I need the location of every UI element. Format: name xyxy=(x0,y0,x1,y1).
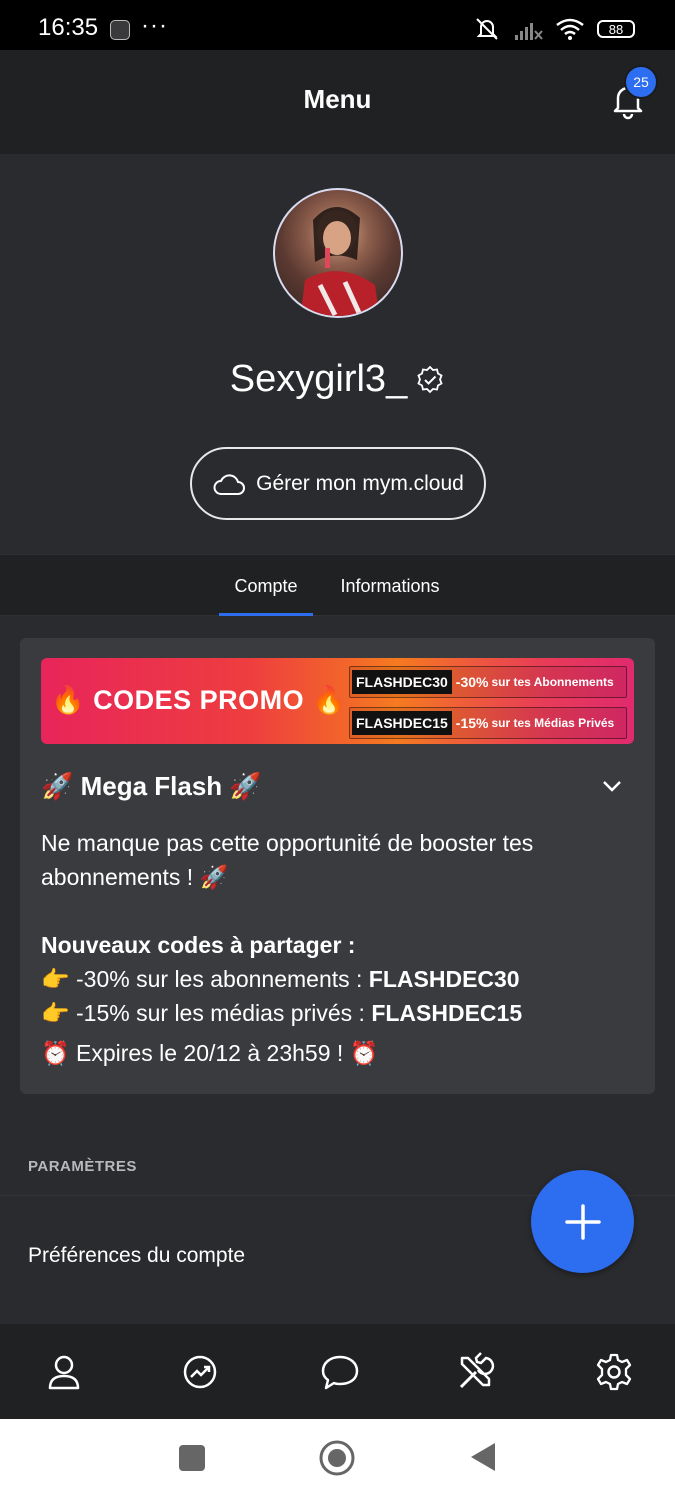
promo-description: sur tes Médias Privés xyxy=(491,716,615,730)
wifi-icon xyxy=(556,18,584,40)
app-icon xyxy=(110,20,130,40)
bottom-navigation xyxy=(0,1324,675,1419)
signal-icon xyxy=(515,23,543,40)
mega-flash-title: 🚀 Mega Flash 🚀 xyxy=(41,770,262,801)
status-bar: 16:35 ··· 88 xyxy=(0,0,675,50)
plus-icon xyxy=(564,1203,601,1240)
mute-icon xyxy=(476,18,498,40)
promo-line-text: 👉 -30% sur les abonnements : xyxy=(41,966,369,992)
promo-line-text: 👉 -15% sur les médias privés : xyxy=(41,1000,372,1026)
manage-cloud-button[interactable]: Gérer mon mym.cloud xyxy=(190,447,486,520)
tab-bar: Compte Informations xyxy=(0,554,675,617)
expiry-line: ⏰ Expires le 20/12 à 23h59 ! ⏰ xyxy=(41,1040,379,1066)
mega-flash-header[interactable]: 🚀 Mega Flash 🚀 xyxy=(41,766,634,806)
more-dots: ··· xyxy=(141,12,168,39)
back-triangle-icon[interactable] xyxy=(469,1441,497,1473)
trending-icon[interactable] xyxy=(180,1352,220,1392)
promo-body: Ne manque pas cette opportunité de boost… xyxy=(41,826,621,1070)
promo-code-row: FLASHDEC30 -30% sur tes Abonnements xyxy=(349,666,627,698)
promo-line: 👉 -30% sur les abonnements : FLASHDEC30 xyxy=(41,962,621,996)
manage-cloud-label: Gérer mon mym.cloud xyxy=(256,471,464,495)
square-icon[interactable] xyxy=(178,1444,206,1472)
status-time: 16:35 xyxy=(38,14,99,41)
promo-code: FLASHDEC15 xyxy=(352,711,452,735)
battery-icon: 88 xyxy=(597,20,635,38)
settings-section-label: PARAMÈTRES xyxy=(28,1158,137,1175)
username: Sexygirl3_ xyxy=(229,358,408,400)
notification-badge[interactable]: 25 xyxy=(624,65,658,99)
system-navigation xyxy=(0,1419,675,1500)
promo-banner-title: 🔥 CODES PROMO 🔥 xyxy=(51,685,347,715)
top-header: Menu xyxy=(0,50,675,154)
promo-banner[interactable]: 🔥 CODES PROMO 🔥 FLASHDEC30 -30% sur tes … xyxy=(41,658,634,744)
page-title: Menu xyxy=(303,84,372,114)
promo-intro-line: Ne manque pas cette opportunité de boost… xyxy=(41,830,534,856)
tools-icon[interactable] xyxy=(456,1352,496,1392)
chat-icon[interactable] xyxy=(320,1352,360,1392)
user-icon[interactable] xyxy=(44,1352,84,1392)
tab-compte[interactable]: Compte xyxy=(219,555,313,617)
promo-code-row: FLASHDEC15 -15% sur tes Médias Privés xyxy=(349,707,627,739)
promo-line: 👉 -15% sur les médias privés : FLASHDEC1… xyxy=(41,996,621,1030)
tab-informations[interactable]: Informations xyxy=(320,555,460,617)
gear-icon[interactable] xyxy=(594,1352,634,1392)
profile-section: Sexygirl3_ Gérer mon mym.cloud xyxy=(0,154,675,554)
verified-icon xyxy=(417,365,443,393)
avatar[interactable] xyxy=(273,188,403,318)
promo-card: 🔥 CODES PROMO 🔥 FLASHDEC30 -30% sur tes … xyxy=(20,638,655,1094)
promo-line-code: FLASHDEC30 xyxy=(368,966,520,992)
account-preferences-label: Préférences du compte xyxy=(28,1244,246,1267)
promo-line-code: FLASHDEC15 xyxy=(371,1000,523,1026)
home-circle-icon[interactable] xyxy=(318,1439,356,1477)
promo-percent: -30% xyxy=(455,674,489,690)
promo-percent: -15% xyxy=(455,715,489,731)
promo-description: sur tes Abonnements xyxy=(491,675,614,689)
promo-code: FLASHDEC30 xyxy=(352,670,452,694)
add-button[interactable] xyxy=(531,1170,634,1273)
cloud-icon xyxy=(213,473,246,495)
new-codes-heading: Nouveaux codes à partager : xyxy=(41,932,356,958)
chevron-down-icon[interactable] xyxy=(600,774,624,798)
promo-intro-line: abonnements ! 🚀 xyxy=(41,864,229,890)
